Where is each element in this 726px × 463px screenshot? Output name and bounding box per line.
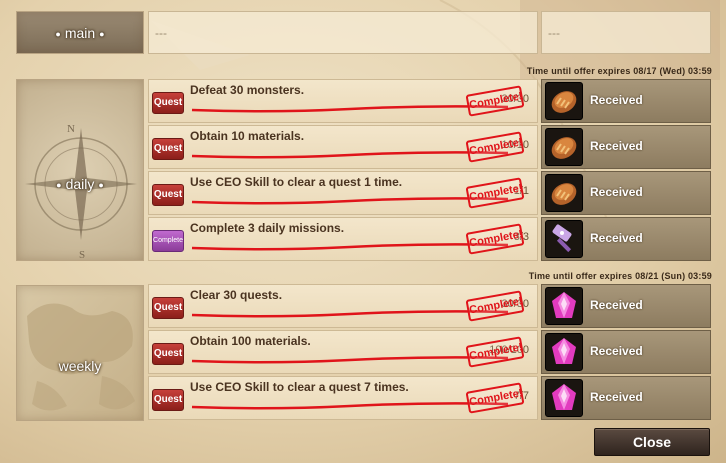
quest-row: Complete Complete 3 daily missions. 3/3 … bbox=[148, 217, 538, 261]
gem-icon bbox=[545, 287, 583, 325]
complete-stamp: Complete! bbox=[465, 223, 525, 255]
quest-row: Quest Use CEO Skill to clear a quest 1 t… bbox=[148, 171, 538, 215]
strikethrough-line bbox=[191, 243, 509, 251]
quest-row: Quest Defeat 30 monsters. 30/30 Complete… bbox=[148, 79, 538, 123]
strikethrough-line bbox=[191, 402, 509, 410]
main-tab-label: main bbox=[64, 25, 96, 41]
svg-text:N: N bbox=[67, 123, 75, 135]
complete-stamp: Complete! bbox=[465, 336, 525, 368]
quest-text: Use CEO Skill to clear a quest 7 times. bbox=[190, 380, 409, 394]
complete-stamp: Complete! bbox=[465, 131, 525, 163]
reward-slot: Received bbox=[541, 125, 711, 169]
reward-slot: Received bbox=[541, 284, 711, 328]
daily-tab[interactable]: N S ● daily ● bbox=[16, 79, 144, 261]
header-left-box: --- bbox=[148, 11, 538, 54]
reward-status: Received bbox=[590, 93, 643, 107]
quest-row: Quest Use CEO Skill to clear a quest 7 t… bbox=[148, 376, 538, 420]
gem-icon bbox=[545, 333, 583, 371]
reward-slot: Received bbox=[541, 376, 711, 420]
reward-status: Received bbox=[590, 390, 643, 404]
quest-row: Quest Clear 30 quests. 30/30 Complete! bbox=[148, 284, 538, 328]
reward-slot: Received bbox=[541, 330, 711, 374]
quest-row: Quest Obtain 10 materials. 10/10 Complet… bbox=[148, 125, 538, 169]
quest-text: Use CEO Skill to clear a quest 1 time. bbox=[190, 175, 403, 189]
quest-badge: Quest bbox=[152, 184, 184, 206]
quest-badge: Quest bbox=[152, 138, 184, 160]
strikethrough-line bbox=[191, 197, 509, 205]
reward-slot: Received bbox=[541, 79, 711, 123]
strikethrough-line bbox=[191, 105, 509, 113]
reward-status: Received bbox=[590, 139, 643, 153]
header-right-text: --- bbox=[548, 26, 560, 40]
quest-badge: Quest bbox=[152, 343, 184, 365]
quest-text: Clear 30 quests. bbox=[190, 288, 283, 302]
gem-icon bbox=[545, 379, 583, 417]
complete-stamp: Complete! bbox=[465, 382, 525, 414]
reward-slot: Received bbox=[541, 171, 711, 215]
quest-text: Obtain 100 materials. bbox=[190, 334, 311, 348]
weekly-tab-label: weekly bbox=[58, 358, 102, 374]
quest-text: Complete 3 daily missions. bbox=[190, 221, 345, 235]
quest-badge: Complete bbox=[152, 230, 184, 252]
main-tab[interactable]: ● main ● bbox=[16, 11, 144, 54]
bread-icon bbox=[545, 174, 583, 212]
complete-stamp: Complete! bbox=[465, 177, 525, 209]
complete-stamp: Complete! bbox=[465, 85, 525, 117]
weekly-expire-text: Time until offer expires 08/21 (Sun) 03:… bbox=[528, 271, 712, 281]
header-left-text: --- bbox=[155, 26, 167, 40]
quest-badge: Quest bbox=[152, 389, 184, 411]
reward-status: Received bbox=[590, 344, 643, 358]
hammer-icon bbox=[545, 220, 583, 258]
reward-status: Received bbox=[590, 298, 643, 312]
reward-slot: Received bbox=[541, 217, 711, 261]
quest-text: Obtain 10 materials. bbox=[190, 129, 305, 143]
quest-badge: Quest bbox=[152, 297, 184, 319]
world-map-icon bbox=[27, 303, 135, 411]
strikethrough-line bbox=[191, 310, 509, 318]
quest-text: Defeat 30 monsters. bbox=[190, 83, 305, 97]
bread-icon bbox=[545, 128, 583, 166]
complete-stamp: Complete! bbox=[465, 290, 525, 322]
compass-icon: N S bbox=[25, 123, 137, 261]
reward-status: Received bbox=[590, 185, 643, 199]
daily-expire-text: Time until offer expires 08/17 (Wed) 03:… bbox=[526, 66, 712, 76]
close-button[interactable]: Close bbox=[594, 428, 710, 456]
weekly-tab[interactable]: weekly bbox=[16, 285, 144, 421]
reward-status: Received bbox=[590, 231, 643, 245]
svg-text:S: S bbox=[79, 249, 85, 261]
header-right-box: --- bbox=[541, 11, 711, 54]
bread-icon bbox=[545, 82, 583, 120]
quest-badge: Quest bbox=[152, 92, 184, 114]
strikethrough-line bbox=[191, 356, 509, 364]
quest-row: Quest Obtain 100 materials. 100/100 Comp… bbox=[148, 330, 538, 374]
strikethrough-line bbox=[191, 151, 509, 159]
daily-tab-label: daily bbox=[65, 176, 95, 192]
